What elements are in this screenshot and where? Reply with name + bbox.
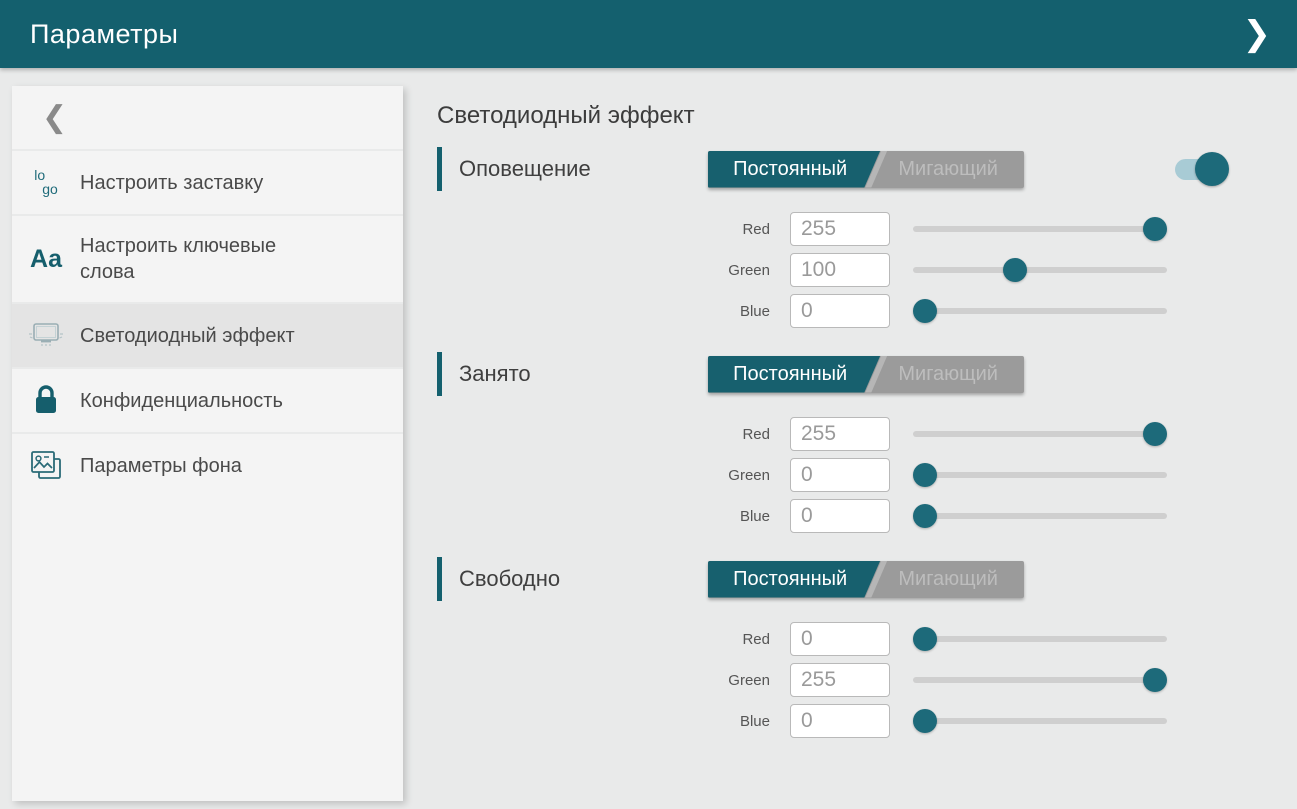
channel-label: Green — [673, 467, 790, 484]
slider-track — [913, 636, 1167, 642]
blue-value-input[interactable] — [790, 704, 890, 738]
section-title: Светодиодный эффект — [437, 102, 1297, 130]
slider-thumb[interactable] — [1143, 422, 1167, 446]
blue-slider[interactable] — [913, 704, 1167, 738]
blue-value-input[interactable] — [790, 294, 890, 328]
channel-label: Red — [673, 221, 790, 238]
channel-row-red: Red — [673, 212, 1297, 246]
sidebar-item-background[interactable]: Параметры фона — [12, 432, 403, 497]
led-monitor-icon — [12, 320, 80, 352]
blue-slider[interactable] — [913, 294, 1167, 328]
sidebar-item-label: Конфиденциальность — [80, 388, 283, 414]
sidebar-item-label: Настроить ключевые слова — [80, 233, 310, 285]
slider-track — [913, 718, 1167, 724]
channel-row-blue: Blue — [673, 294, 1297, 328]
channel-row-green: Green — [673, 663, 1297, 697]
led-effect-panel: Светодиодный эффект Оповещение Мигающий … — [437, 68, 1297, 809]
red-slider[interactable] — [913, 417, 1167, 451]
toggle-thumb[interactable] — [1195, 152, 1229, 186]
slider-track — [913, 226, 1167, 232]
logo-icon: logo — [12, 169, 80, 196]
channel-row-blue: Blue — [673, 704, 1297, 738]
sidebar-item-screensaver[interactable]: logo Настроить заставку — [12, 149, 403, 214]
channel-row-red: Red — [673, 622, 1297, 656]
red-value-input[interactable] — [790, 212, 890, 246]
slider-thumb[interactable] — [1143, 668, 1167, 692]
background-images-icon — [12, 448, 80, 484]
slider-track — [913, 472, 1167, 478]
red-value-input[interactable] — [790, 622, 890, 656]
slider-track — [913, 513, 1167, 519]
green-slider[interactable] — [913, 253, 1167, 287]
slider-thumb[interactable] — [913, 709, 937, 733]
sidebar-item-keywords[interactable]: Aa Настроить ключевые слова — [12, 214, 403, 302]
section-label: Занято — [459, 361, 708, 387]
red-slider[interactable] — [913, 622, 1167, 656]
channel-label: Red — [673, 631, 790, 648]
green-slider[interactable] — [913, 458, 1167, 492]
channel-label: Green — [673, 262, 790, 279]
channel-row-blue: Blue — [673, 499, 1297, 533]
slider-thumb[interactable] — [1143, 217, 1167, 241]
section-label: Оповещение — [459, 156, 708, 182]
slider-track — [913, 431, 1167, 437]
slider-thumb[interactable] — [913, 299, 937, 323]
page-title: Параметры — [30, 19, 178, 50]
slider-track — [913, 308, 1167, 314]
accent-bar — [437, 557, 442, 601]
green-value-input[interactable] — [790, 663, 890, 697]
mode-segmented-control[interactable]: Мигающий Постоянный — [708, 151, 1024, 188]
channel-label: Blue — [673, 508, 790, 525]
channel-label: Blue — [673, 303, 790, 320]
sidebar-item-label: Параметры фона — [80, 453, 242, 479]
mode-segmented-control[interactable]: Мигающий Постоянный — [708, 561, 1024, 598]
settings-sidebar: ❮ logo Настроить заставку Aa Настроить к… — [12, 86, 403, 801]
forward-chevron-icon[interactable]: ❯ — [1235, 13, 1280, 55]
red-slider[interactable] — [913, 212, 1167, 246]
blue-value-input[interactable] — [790, 499, 890, 533]
channel-label: Red — [673, 426, 790, 443]
channel-row-green: Green — [673, 253, 1297, 287]
red-value-input[interactable] — [790, 417, 890, 451]
back-chevron-icon[interactable]: ❮ — [32, 98, 77, 137]
section-label: Свободно — [459, 566, 708, 592]
sidebar-item-label: Светодиодный эффект — [80, 323, 295, 349]
sidebar-item-privacy[interactable]: Конфиденциальность — [12, 367, 403, 432]
slider-thumb[interactable] — [913, 627, 937, 651]
lock-icon — [12, 384, 80, 418]
blue-slider[interactable] — [913, 499, 1167, 533]
slider-thumb[interactable] — [1003, 258, 1027, 282]
slider-thumb[interactable] — [913, 463, 937, 487]
channel-row-red: Red — [673, 417, 1297, 451]
sidebar-item-led-effect[interactable]: Светодиодный эффект — [12, 302, 403, 367]
section-free: Свободно Мигающий Постоянный Red Green — [437, 558, 1297, 738]
slider-track — [913, 267, 1167, 273]
keywords-icon: Aa — [12, 245, 80, 274]
section-busy: Занято Мигающий Постоянный Red Green — [437, 353, 1297, 533]
channel-row-green: Green — [673, 458, 1297, 492]
app-header: Параметры ❯ — [0, 0, 1297, 68]
accent-bar — [437, 147, 442, 191]
mode-segmented-control[interactable]: Мигающий Постоянный — [708, 356, 1024, 393]
channel-label: Green — [673, 672, 790, 689]
slider-thumb[interactable] — [913, 504, 937, 528]
green-slider[interactable] — [913, 663, 1167, 697]
channel-label: Blue — [673, 713, 790, 730]
sidebar-item-label: Настроить заставку — [80, 170, 263, 196]
green-value-input[interactable] — [790, 458, 890, 492]
section-notification: Оповещение Мигающий Постоянный Red — [437, 148, 1297, 328]
notification-toggle[interactable] — [1175, 151, 1229, 187]
slider-track — [913, 677, 1167, 683]
sidebar-back-row: ❮ — [12, 86, 403, 149]
accent-bar — [437, 352, 442, 396]
green-value-input[interactable] — [790, 253, 890, 287]
